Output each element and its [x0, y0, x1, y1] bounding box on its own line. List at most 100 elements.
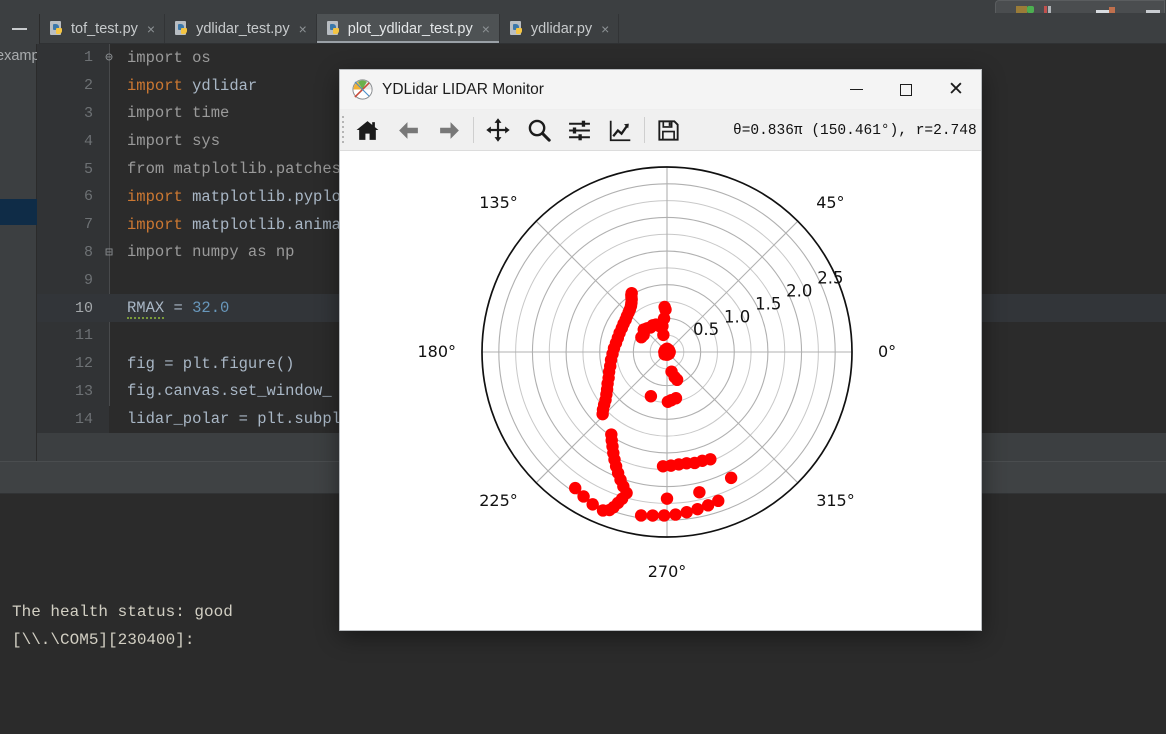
minimize-icon [12, 28, 27, 30]
code-text: import sys [127, 132, 221, 151]
scatter-point [569, 481, 582, 495]
code-text: lidar_polar = plt.subpl [127, 410, 341, 429]
mpl-navigation-toolbar[interactable]: θ=0.836π (150.461°), r=2.748 [340, 110, 981, 151]
code-text: from matplotlib.patches [127, 160, 341, 179]
mpl-figure-window[interactable]: YDLidar LIDAR Monitor ✕ θ=0.836π (150.46… [340, 70, 981, 630]
code-line[interactable]: 1 ⊖ import os [37, 44, 1166, 72]
line-number: 11 [74, 327, 93, 345]
code-fold-icon[interactable]: ⊖ [101, 50, 117, 65]
edit-curves-chart-icon[interactable] [600, 111, 641, 150]
scatter-point [712, 494, 725, 508]
ide-top-strip [0, 0, 1166, 14]
line-number: 7 [83, 216, 93, 234]
editor-tab[interactable]: ydlidar_test.py × [165, 14, 317, 43]
scatter-point [662, 347, 676, 361]
scatter-point [657, 509, 671, 522]
window-maximize-button[interactable] [881, 70, 931, 110]
editor-tab-label: plot_ydlidar_test.py [347, 20, 473, 37]
project-tool-strip[interactable]: examp [0, 44, 40, 493]
code-text: import ydlidar [127, 76, 258, 95]
line-number: 14 [74, 410, 93, 428]
code-text: import matplotlib.anima [127, 215, 341, 234]
subplot-sliders-icon[interactable] [559, 111, 600, 150]
window-minimize-button[interactable] [831, 70, 881, 110]
python-file-icon [326, 20, 342, 37]
code-fold-icon[interactable]: ⊟ [101, 245, 117, 260]
code-text: import time [127, 104, 230, 123]
window-close-button[interactable]: ✕ [931, 70, 981, 110]
code-text: fig = plt.figure() [127, 354, 295, 373]
zoom-magnifier-icon[interactable] [518, 111, 559, 150]
code-text: RMAX = 32.0 [127, 299, 230, 320]
tab-close-icon[interactable]: × [147, 21, 155, 37]
theta-tick-label: 0° [878, 342, 896, 361]
scatter-point [669, 508, 682, 521]
editor-tab[interactable]: plot_ydlidar_test.py × [316, 14, 500, 43]
save-floppy-icon[interactable] [648, 111, 689, 150]
clipped-icon-2 [1044, 6, 1047, 13]
clipped-toolbar-icons[interactable] [995, 0, 1165, 13]
tab-close-icon[interactable]: × [601, 21, 609, 37]
clipped-icon-3b [1109, 7, 1115, 13]
line-number: 5 [83, 160, 93, 178]
line-number: 2 [83, 77, 93, 95]
mpl-window-title: YDLidar LIDAR Monitor [382, 80, 544, 98]
close-icon: ✕ [948, 79, 964, 100]
scatter-point [644, 390, 658, 403]
polar-scatter-plot: 0°45°90°135°180°225°270°315°0.51.01.52.0… [417, 166, 896, 581]
toolbar-separator-1 [473, 117, 474, 143]
scatter-point [693, 486, 706, 499]
line-number: 12 [74, 355, 93, 373]
theta-tick-label: 45° [816, 193, 844, 212]
editor-tab-label: ydlidar.py [530, 20, 593, 37]
toolbar-drag-grip[interactable] [340, 110, 347, 151]
editor-tab[interactable]: ydlidar.py × [500, 14, 620, 43]
back-arrow-icon[interactable] [388, 111, 429, 150]
clipped-icon-2b [1048, 6, 1051, 13]
line-number: 1 [83, 49, 93, 67]
scatter-point [691, 502, 704, 516]
scatter-point [680, 506, 693, 519]
scatter-point [724, 471, 738, 485]
python-file-icon [509, 20, 525, 37]
python-file-icon [50, 20, 65, 37]
line-number: 3 [83, 104, 93, 122]
code-text: import os [127, 48, 211, 67]
screen-root: tof_test.py × ydlidar_test.py × plot_ydlidar… [0, 0, 1166, 734]
theta-tick-label: 315° [816, 491, 855, 510]
theta-tick-label: 225° [479, 491, 518, 510]
r-tick-label: 1.0 [724, 307, 750, 326]
line-number: 4 [83, 132, 93, 150]
line-number: 8 [83, 243, 93, 261]
tab-close-icon[interactable]: × [482, 21, 490, 37]
mpl-window-titlebar[interactable]: YDLidar LIDAR Monitor ✕ [340, 70, 981, 110]
scatter-point [635, 331, 648, 344]
forward-arrow-icon[interactable] [429, 111, 470, 150]
line-number: 9 [83, 271, 93, 289]
scatter-point [704, 453, 717, 466]
project-selected-row[interactable] [0, 199, 37, 225]
scatter-point [646, 509, 659, 522]
clipped-icon-1 [1016, 6, 1027, 13]
r-tick-label: 0.5 [693, 320, 719, 339]
editor-tab[interactable]: tof_test.py × [40, 14, 166, 43]
scatter-point [657, 328, 670, 342]
code-text: fig.canvas.set_window_ [127, 382, 332, 401]
minimize-panel-button[interactable] [0, 14, 40, 44]
clipped-icon-4 [1146, 10, 1160, 13]
tab-close-icon[interactable]: × [299, 21, 307, 37]
maximize-icon [900, 83, 912, 96]
project-panel-label: examp [0, 48, 40, 64]
home-icon[interactable] [347, 111, 388, 150]
figure-canvas[interactable]: 0°45°90°135°180°225°270°315°0.51.01.52.0… [340, 151, 981, 628]
scatter-point [670, 373, 684, 387]
code-text: import matplotlib.pyplo [127, 187, 341, 206]
editor-tab-bar: tof_test.py × ydlidar_test.py × plot_ydlidar… [40, 14, 1166, 44]
console-line: [\\.\COM5][230400]: [12, 631, 195, 649]
line-number: 6 [83, 188, 93, 206]
editor-tab-label: ydlidar_test.py [196, 20, 290, 37]
pan-move-icon[interactable] [477, 111, 518, 150]
r-tick-label: 2.5 [817, 269, 843, 288]
toolbar-separator-2 [644, 117, 645, 143]
scatter-point [596, 504, 610, 517]
